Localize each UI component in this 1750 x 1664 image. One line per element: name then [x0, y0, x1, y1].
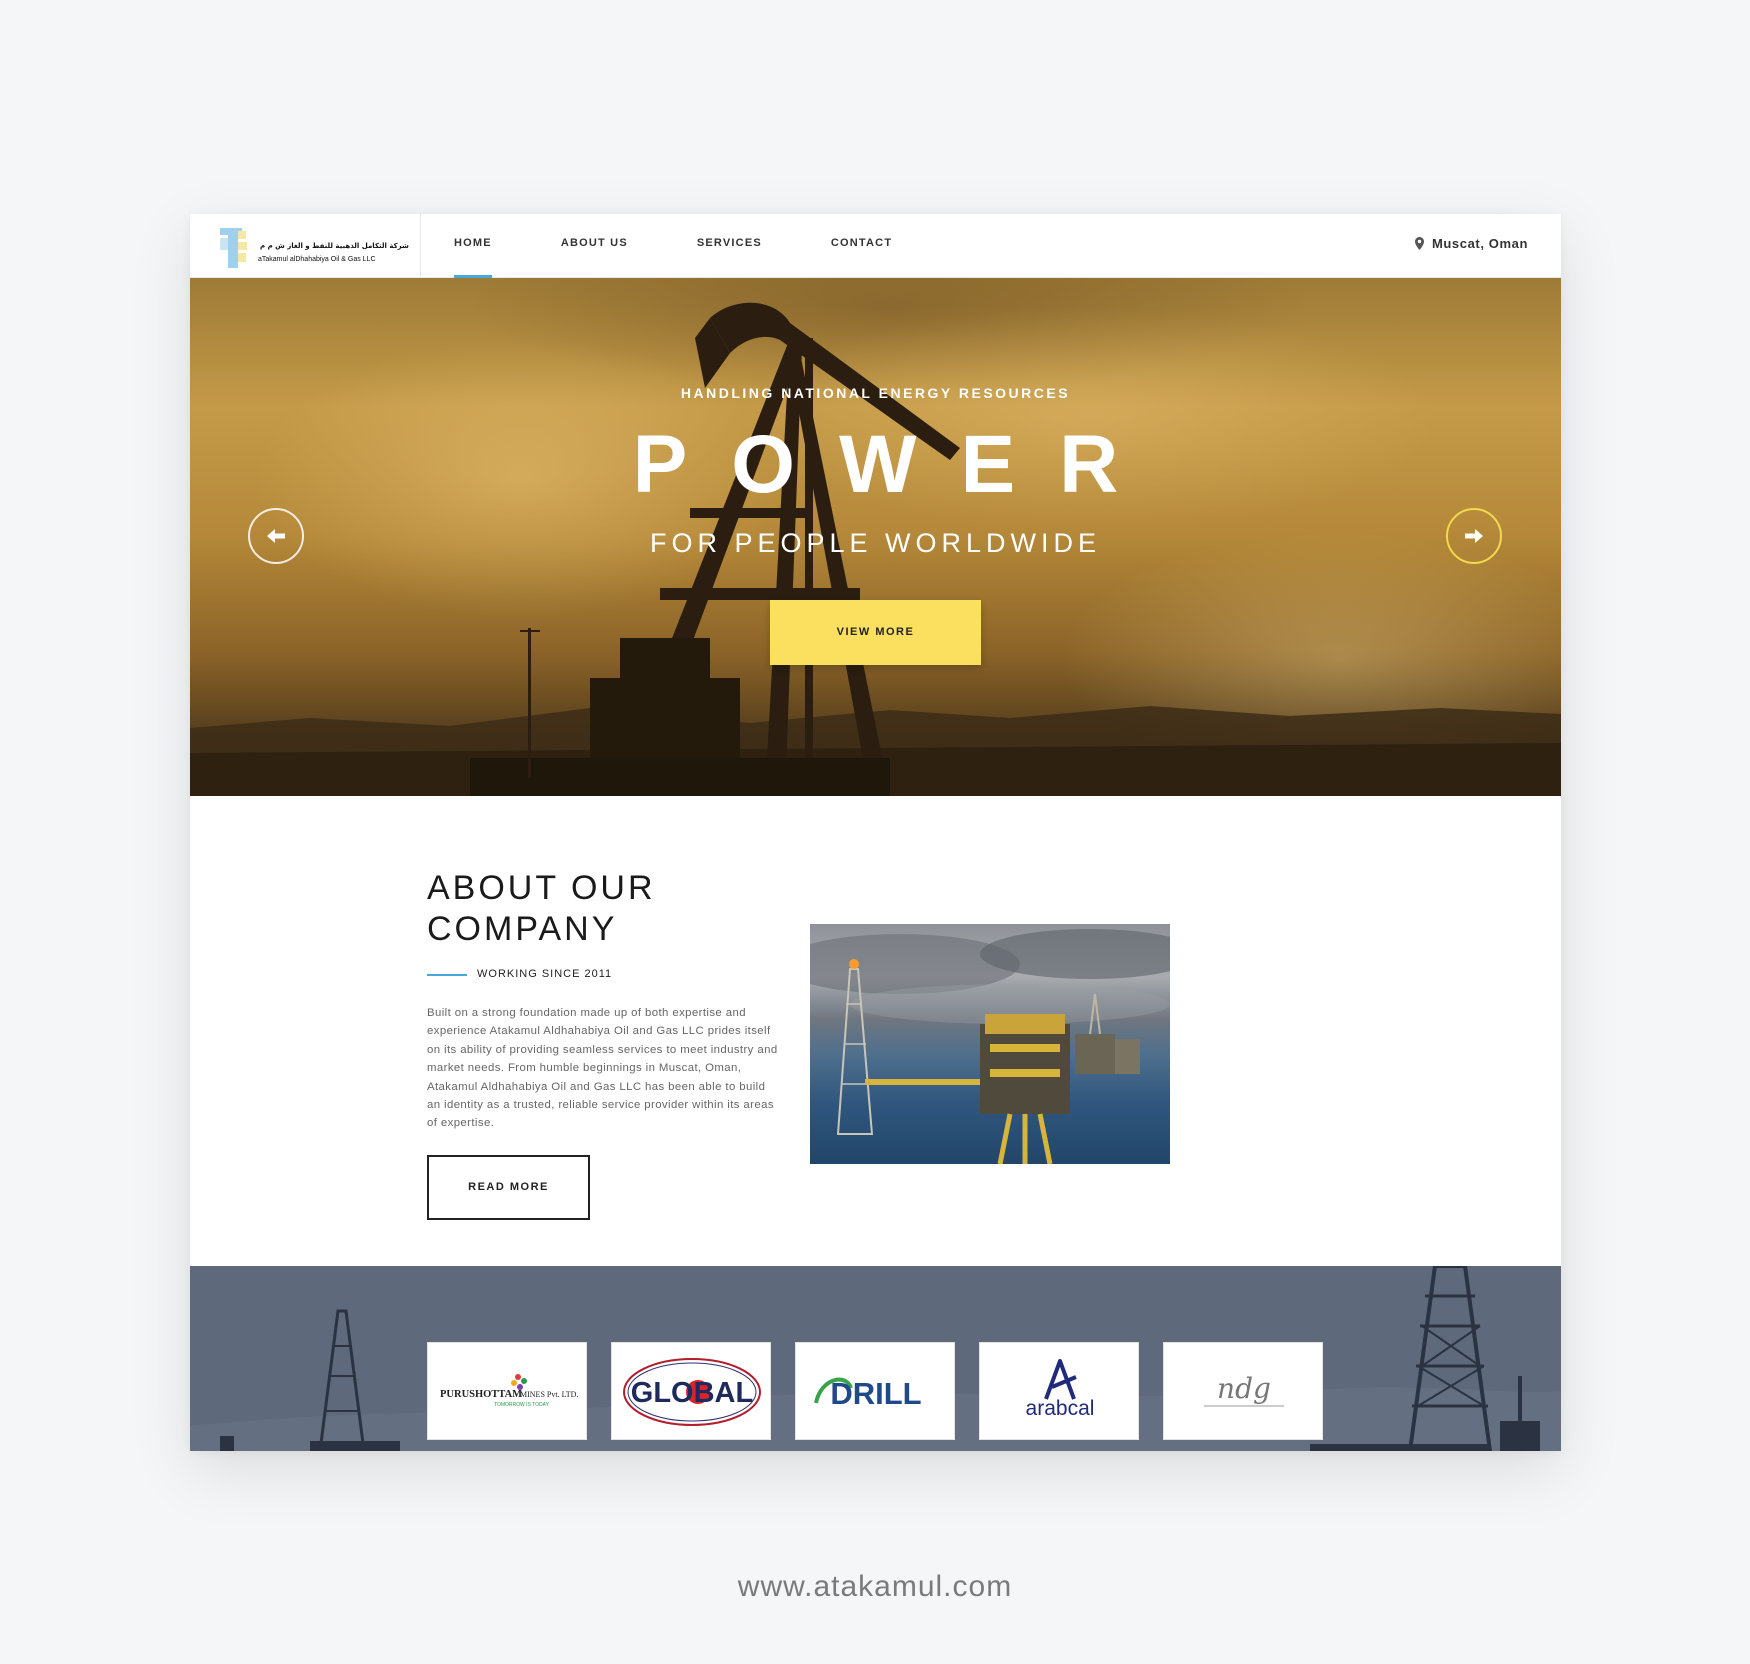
read-more-button[interactable]: READ MORE: [427, 1155, 590, 1220]
slider-next-button[interactable]: [1446, 508, 1502, 564]
hero-slider: HANDLING NATIONAL ENERGY RESOURCES POWER…: [190, 278, 1561, 796]
map-pin-icon: [1414, 237, 1424, 250]
logo-english-text: aTakamul alDhahabiya Oil & Gas LLC: [258, 256, 376, 263]
hero-subheadline: FOR PEOPLE WORLDWIDE: [649, 528, 1102, 558]
client-global-name: GLOBAL: [631, 1377, 753, 1409]
offshore-platform-image: [810, 924, 1170, 1164]
logo-mark-icon: [220, 228, 247, 268]
about-description: Built on a strong foundation made up of …: [427, 1007, 778, 1130]
client-arabcal-name: arabcal: [1026, 1397, 1095, 1420]
hero-headline: POWER: [632, 419, 1163, 510]
accent-divider: [427, 974, 467, 976]
working-since-label: WORKING SINCE 2011: [477, 968, 613, 980]
nav-home[interactable]: HOME: [454, 214, 492, 278]
website-url: www.atakamul.com: [737, 1570, 1013, 1603]
website-mockup: شركة التكامل الذهبية للنفط و الغاز ش م م…: [190, 214, 1561, 1451]
client-logo-purushottam[interactable]: PURUSHOTTAM MINES Pvt. LTD. TOMORROW IS …: [427, 1342, 587, 1440]
client-logo-drill[interactable]: DRILL: [795, 1342, 955, 1440]
client-drill-name: DRILL: [830, 1376, 921, 1411]
client-purushottam-extra: MINES Pvt. LTD.: [520, 1390, 578, 1399]
about-title-line1: ABOUT OUR: [427, 869, 656, 907]
arrow-left-icon: [267, 529, 285, 543]
logo-arabic-text: شركة التكامل الذهبية للنفط و الغاز ش م م: [260, 242, 409, 250]
client-logo-global[interactable]: GLOBAL: [611, 1342, 771, 1440]
client-purushottam-tagline: TOMORROW IS TODAY: [494, 1402, 550, 1408]
hero-eyebrow: HANDLING NATIONAL ENERGY RESOURCES: [680, 385, 1071, 401]
client-purushottam-name: PURUSHOTTAM: [440, 1389, 522, 1400]
location-text: Muscat, Oman: [1431, 236, 1528, 251]
client-ndg-name: ndg: [1217, 1372, 1271, 1405]
location-info: Muscat, Oman: [1414, 236, 1528, 251]
arrow-right-icon: [1465, 529, 1483, 543]
nav-contact[interactable]: CONTACT: [831, 214, 892, 278]
nav-about-us[interactable]: ABOUT US: [561, 214, 628, 278]
clients-band: PURUSHOTTAM MINES Pvt. LTD. TOMORROW IS …: [190, 1266, 1561, 1451]
site-header: شركة التكامل الذهبية للنفط و الغاز ش م م…: [190, 214, 1561, 278]
company-logo[interactable]: شركة التكامل الذهبية للنفط و الغاز ش م م…: [190, 214, 421, 278]
view-more-button[interactable]: VIEW MORE: [770, 600, 981, 665]
main-nav: HOME ABOUT US SERVICES CONTACT: [454, 214, 961, 278]
client-logo-ndg[interactable]: ndg: [1163, 1342, 1323, 1440]
about-title: ABOUT OUR COMPANY: [427, 868, 656, 950]
slider-prev-button[interactable]: [248, 508, 304, 564]
nav-services[interactable]: SERVICES: [697, 214, 762, 278]
client-logo-arabcal[interactable]: arabcal: [979, 1342, 1139, 1440]
about-title-line2: COMPANY: [427, 910, 618, 948]
